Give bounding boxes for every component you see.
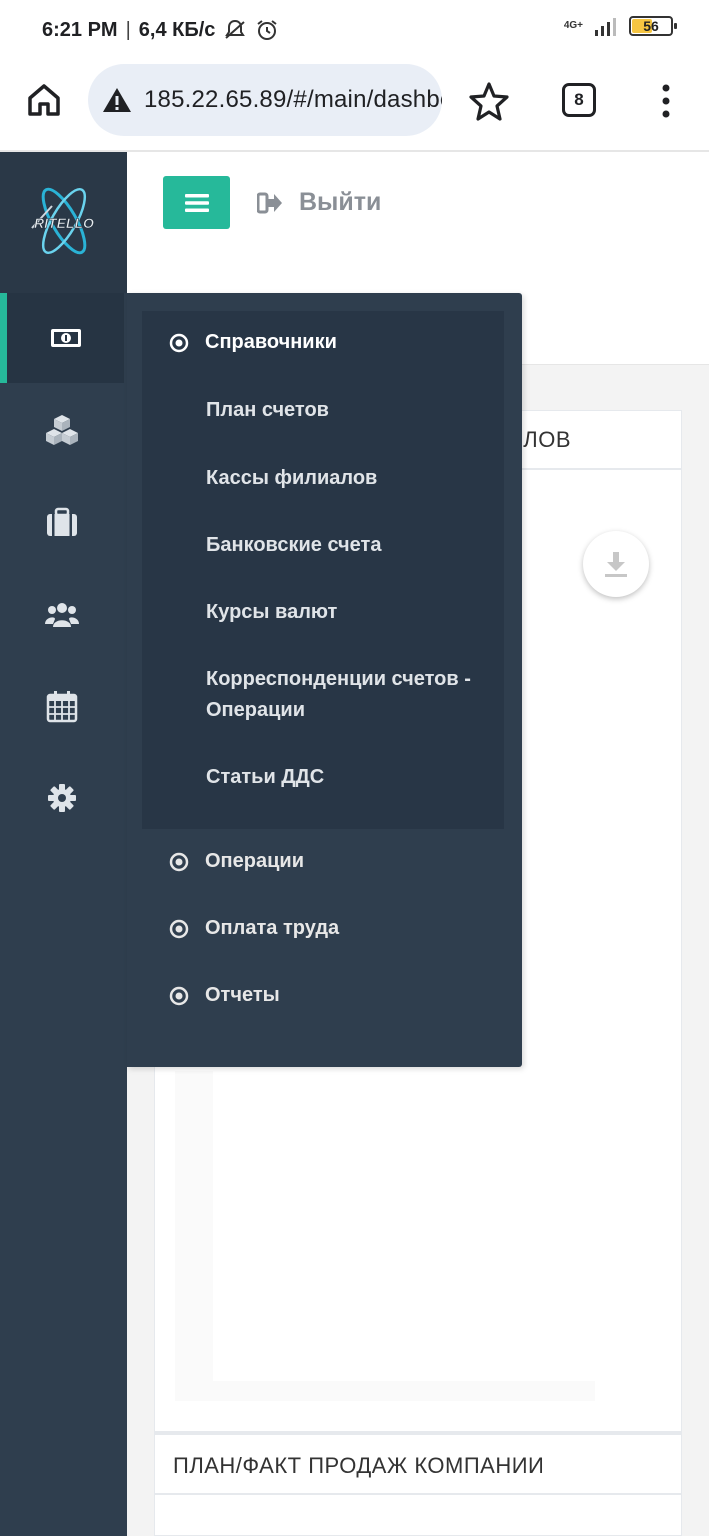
- money-icon: [50, 329, 81, 347]
- cubes-icon: [46, 415, 78, 445]
- svg-text:RITELLO: RITELLO: [34, 215, 94, 231]
- warning-icon[interactable]: [102, 86, 132, 114]
- logo-area: RITELLO: [0, 152, 127, 293]
- battery-icon: 56: [629, 16, 677, 36]
- download-icon: [605, 552, 627, 577]
- screen: 6:21 PM | 6,4 КБ/с 4G+ 56 185.22.65.89/#…: [0, 0, 709, 1536]
- star-icon[interactable]: [468, 80, 510, 122]
- status-left: 6:21 PM | 6,4 КБ/с: [42, 18, 279, 42]
- menu-section-reports[interactable]: Отчеты: [169, 984, 280, 1007]
- radio-dot-icon: [169, 852, 189, 871]
- signal-icon: [595, 18, 616, 36]
- submenu-item-cashflow-items[interactable]: Статьи ДДС: [206, 762, 496, 793]
- chart-canvas: [213, 1071, 595, 1381]
- sidebar-item-products[interactable]: [0, 385, 124, 475]
- page: Выйти ЛОВ ПЛАН/ФАКТ ПРОДАЖ КОМПАНИИ RITE…: [0, 152, 709, 1536]
- submenu-item-chart-of-accounts[interactable]: План счетов: [206, 395, 496, 426]
- battery-level: 56: [643, 18, 659, 34]
- status-right: 4G+ 56: [563, 16, 677, 36]
- mute-icon: [225, 19, 246, 39]
- alarm-icon: [257, 20, 278, 40]
- menu-toggle-button[interactable]: [163, 176, 230, 229]
- sidebar: RITELLO: [0, 152, 127, 1536]
- status-bar: 6:21 PM | 6,4 КБ/с 4G+ 56: [0, 0, 709, 62]
- flyout-menu: Справочники План счетов Кассы филиалов Б…: [127, 293, 522, 1067]
- submenu-item-currency-rates[interactable]: Курсы валют: [206, 597, 496, 628]
- menu-section-label: Справочники: [205, 331, 337, 353]
- menu-section-payroll[interactable]: Оплата труда: [169, 917, 339, 940]
- panel-title: ЛОВ: [523, 427, 571, 452]
- submenu-item-bank-accounts[interactable]: Банковские счета: [206, 530, 496, 561]
- hamburger-icon: [184, 193, 209, 212]
- more-icon[interactable]: [656, 82, 676, 120]
- calendar-icon: [46, 691, 78, 723]
- panel-divider: [155, 1493, 681, 1495]
- sidebar-item-users[interactable]: [0, 569, 124, 659]
- menu-section-label: Оплата труда: [205, 917, 340, 939]
- menu-section-label: Операции: [205, 850, 304, 872]
- briefcase-icon: [47, 507, 77, 536]
- sidebar-item-finance[interactable]: [0, 293, 124, 383]
- submenu-item-branch-cash[interactable]: Кассы филиалов: [206, 463, 496, 494]
- sign-out-icon: [257, 192, 282, 213]
- radio-dot-icon: [169, 986, 189, 1005]
- status-time: 6:21 PM: [42, 18, 118, 41]
- logout-link[interactable]: Выйти: [257, 188, 381, 217]
- radio-dot-icon: [169, 919, 189, 938]
- download-button[interactable]: [583, 531, 649, 597]
- home-icon[interactable]: [24, 80, 64, 120]
- tabs-button[interactable]: 8: [562, 83, 596, 117]
- users-icon: [45, 603, 79, 627]
- browser-toolbar: 185.22.65.89/#/main/dashboard 8: [0, 62, 709, 152]
- url-text[interactable]: 185.22.65.89/#/main/dashboard: [144, 86, 442, 114]
- gear-icon: [48, 784, 76, 812]
- ritello-logo[interactable]: RITELLO: [22, 176, 106, 266]
- sales-plan-title: ПЛАН/ФАКТ ПРОДАЖ КОМПАНИИ: [173, 1453, 545, 1478]
- radio-dot-icon: [169, 333, 189, 352]
- address-bar[interactable]: 185.22.65.89/#/main/dashboard: [88, 64, 442, 136]
- menu-section-label: Отчеты: [205, 984, 280, 1006]
- status-speed: 6,4 КБ/с: [138, 18, 216, 41]
- menu-section-operations[interactable]: Операции: [169, 850, 304, 873]
- menu-section-references[interactable]: Справочники: [169, 331, 337, 354]
- sidebar-item-briefcase[interactable]: [0, 477, 124, 567]
- submenu-references: [142, 311, 504, 829]
- sidebar-item-settings[interactable]: [0, 753, 124, 843]
- sales-plan-panel: ПЛАН/ФАКТ ПРОДАЖ КОМПАНИИ: [154, 1432, 682, 1536]
- submenu-item-account-correspondence[interactable]: Корреспонденции счетов - Операции: [206, 664, 496, 726]
- sidebar-item-calendar[interactable]: [0, 661, 124, 751]
- logout-label: Выйти: [299, 188, 382, 216]
- network-label: 4G+: [563, 20, 583, 31]
